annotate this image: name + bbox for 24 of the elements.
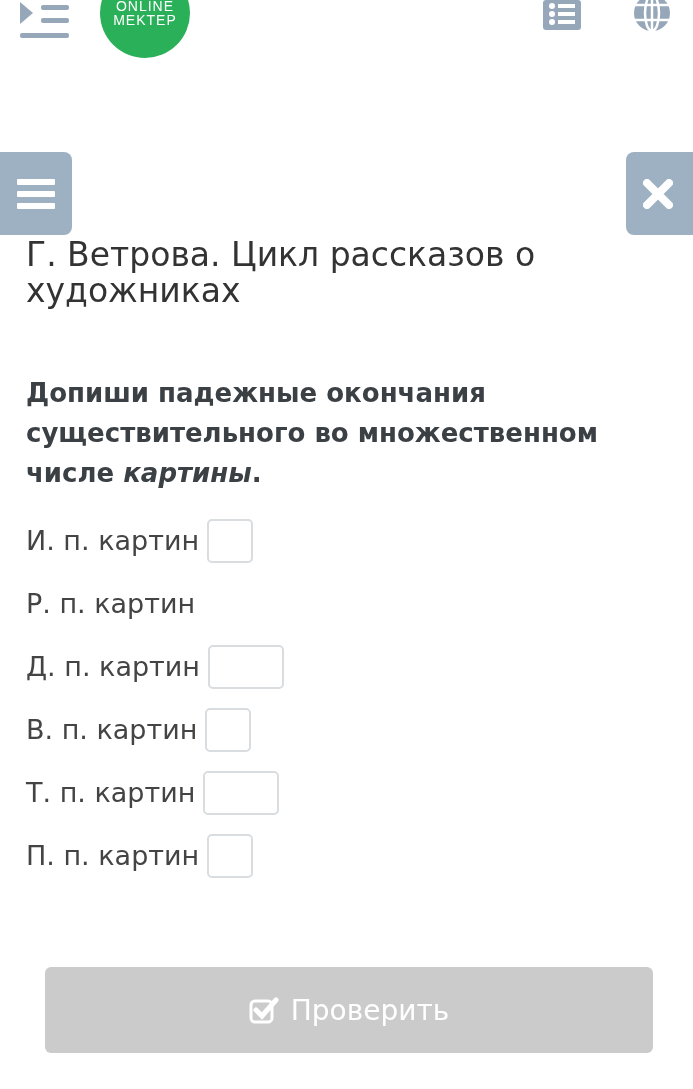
close-button[interactable] [626,152,693,235]
logo[interactable]: ONLINE MEKTEP [100,0,190,58]
close-icon [642,178,673,209]
case-label: Р. п. картин [26,588,196,619]
menu-icon [17,178,55,209]
checkbox-icon [248,996,279,1024]
case-label: Д. п. картин [26,651,200,682]
case-label: И. п. картин [26,525,200,556]
answer-field[interactable] [203,770,280,815]
case-label: В. п. картин [26,714,198,745]
answer-field[interactable] [207,518,254,563]
case-label: П. п. картин [26,840,200,871]
lesson-title: Г. Ветрова. Цикл рассказов о художниках [26,237,537,309]
logo-text: MEKTEP [113,13,177,27]
case-label: Т. п. картин [26,777,196,808]
task-text: Допиши падежные окончания существительного во множественном числе картины. [26,377,599,490]
answer-field[interactable] [207,833,254,878]
globe-icon[interactable] [633,0,671,32]
logo-text: ONLINE [115,0,175,13]
sidebar-toggle-icon[interactable] [20,2,70,40]
list-icon[interactable] [543,0,583,32]
answer-field[interactable] [208,644,284,689]
answer-field[interactable] [205,707,252,752]
menu-button[interactable] [0,152,72,235]
